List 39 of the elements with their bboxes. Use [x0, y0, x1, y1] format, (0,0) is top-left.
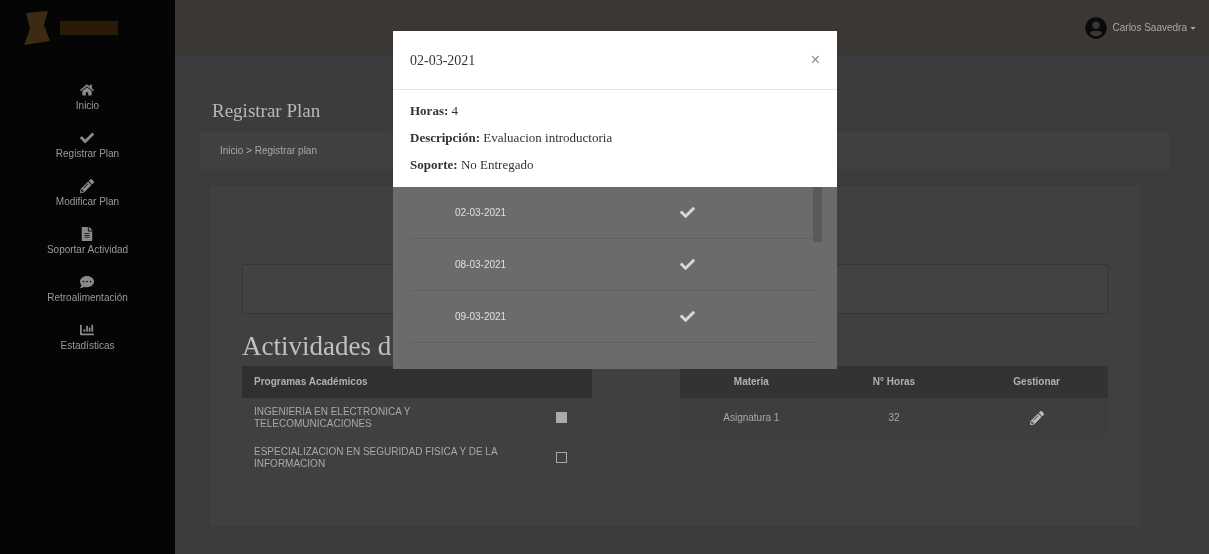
logo-wordmark	[60, 20, 118, 35]
program-name: ESPECIALIZACION EN SEGURIDAD FISICA Y DE LA INFORMACION	[254, 445, 499, 470]
sidebar-item[interactable]: Estadísticas	[60, 323, 115, 352]
sidebar-item[interactable]: Soportar Actividad	[46, 227, 129, 256]
activity-date: 08-03-2021	[454, 258, 508, 272]
table-header: Programas Académicos	[242, 365, 592, 398]
document-icon	[80, 227, 95, 241]
breadcrumb: Inicio > Registrar plan	[220, 143, 317, 158]
home-icon	[80, 83, 95, 97]
logo-icon	[22, 10, 52, 45]
check-icon	[80, 131, 95, 145]
bar-chart-icon	[80, 323, 95, 337]
detail-line: Soporte: No Entregado	[410, 156, 535, 174]
pencil-icon	[80, 179, 95, 193]
edit-icon[interactable]	[1029, 410, 1044, 425]
sidebar-item[interactable]: Registrar Plan	[55, 131, 120, 160]
program-name: INGENIERIA EN ELECTRONICA Y TELECOMUNICACIONES	[254, 405, 412, 430]
checkbox[interactable]	[556, 412, 567, 423]
column-header: Gestionar	[1012, 375, 1061, 389]
sidebar-item[interactable]: Modificar Plan	[55, 179, 120, 208]
close-button[interactable]: ×	[810, 48, 820, 72]
scrollbar-thumb[interactable]	[813, 187, 822, 242]
detail-line: Horas: 4	[410, 102, 460, 120]
page-title: Registrar Plan	[212, 99, 321, 123]
column-header: N° Horas	[871, 375, 917, 389]
sidebar-item[interactable]: Inicio	[75, 83, 100, 112]
activity-date: 09-03-2021	[454, 310, 508, 324]
speech-bubble-icon	[80, 275, 95, 289]
activity-date: 02-03-2021	[454, 206, 508, 220]
checkbox[interactable]	[556, 452, 567, 463]
user-avatar-icon	[1084, 16, 1107, 39]
column-header: Materia	[732, 375, 770, 389]
modal-title: 02-03-2021	[410, 51, 476, 70]
section-heading: Actividades d	[242, 329, 392, 362]
table-cell-text: 32	[887, 411, 901, 425]
user-menu[interactable]: Carlos Saavedra	[1112, 20, 1197, 35]
sidebar-item[interactable]: Retroalimentación	[47, 275, 128, 304]
detail-line: Descripción: Evaluacion introductoria	[410, 129, 614, 147]
table-cell-text: Asignatura 1	[722, 411, 781, 425]
